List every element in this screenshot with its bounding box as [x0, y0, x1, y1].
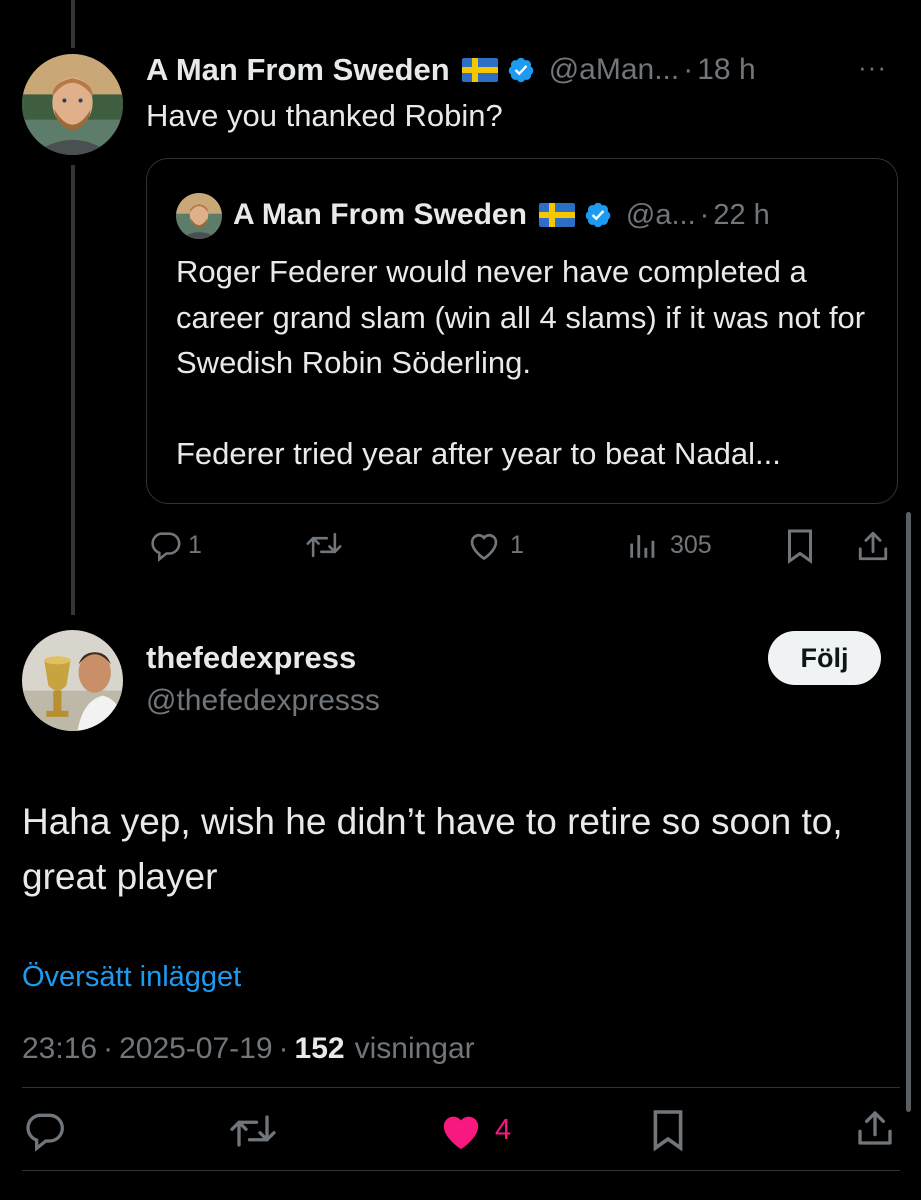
post-text: Haha yep, wish he didn’t have to retire …	[22, 801, 843, 897]
retweet-icon	[306, 532, 342, 558]
heart-filled-icon	[443, 1116, 479, 1150]
separator: ·	[699, 198, 710, 231]
quoted-display-name: A Man From Sweden	[233, 198, 527, 231]
quoted-avatar	[176, 193, 222, 239]
share-icon	[858, 1111, 892, 1145]
quoted-text: Roger Federer would never have completed…	[176, 254, 866, 471]
like-count: 4	[495, 1113, 512, 1146]
swedish-flag-icon	[461, 58, 498, 82]
scrollbar[interactable]	[906, 512, 911, 1112]
display-name[interactable]: thefedexpress	[146, 640, 356, 676]
separator: ·	[103, 1032, 114, 1065]
post-header: A Man From Sweden @aMan... · 18 h	[146, 50, 756, 90]
retweet-button[interactable]	[305, 528, 343, 562]
views-icon	[630, 535, 655, 558]
views-count: 305	[670, 530, 712, 559]
reply-button[interactable]: 1	[148, 528, 202, 562]
post-text: Have you thanked Robin?	[146, 98, 503, 133]
views-button[interactable]: 305	[626, 528, 712, 562]
translate-link[interactable]: Översätt inlägget	[22, 961, 241, 994]
separator: ·	[278, 1032, 289, 1065]
verified-badge-icon	[507, 56, 535, 84]
views-count: 152	[294, 1032, 345, 1065]
bookmark-button[interactable]	[785, 528, 815, 564]
post-meta: 23:16 · 2025-07-19 · 152 visningar	[22, 1032, 475, 1066]
views-label: visningar	[354, 1032, 475, 1065]
swedish-flag-icon	[538, 203, 575, 227]
post-date[interactable]: 2025-07-19	[119, 1032, 272, 1066]
quoted-handle: @a...	[625, 198, 696, 231]
retweet-button[interactable]	[228, 1110, 278, 1152]
thread-line-top	[71, 0, 75, 48]
verified-badge-icon	[584, 201, 612, 229]
avatar[interactable]	[22, 54, 123, 155]
reply-count: 1	[188, 530, 202, 559]
quoted-time: 22 h	[713, 198, 770, 231]
like-button[interactable]: 1	[466, 528, 524, 562]
retweet-icon	[230, 1115, 276, 1147]
more-options-button[interactable]: ···	[858, 52, 887, 83]
display-name[interactable]: A Man From Sweden	[146, 52, 450, 88]
reply-icon	[26, 1113, 64, 1152]
share-icon	[858, 531, 888, 561]
heart-icon	[470, 533, 498, 561]
post-time[interactable]: 18 h	[697, 53, 755, 87]
bookmark-button[interactable]	[650, 1107, 686, 1153]
quoted-header: A Man From Sweden @a... · 22 h	[233, 195, 770, 235]
share-button[interactable]	[855, 1106, 895, 1150]
reply-icon	[151, 532, 181, 562]
divider	[22, 1087, 900, 1088]
avatar[interactable]	[22, 630, 123, 731]
post-time[interactable]: 23:16	[22, 1032, 97, 1066]
bookmark-icon	[788, 529, 812, 564]
thread-line	[71, 165, 75, 615]
separator: ·	[683, 53, 694, 86]
share-button[interactable]	[856, 528, 890, 564]
divider	[22, 1170, 900, 1171]
bookmark-icon	[653, 1110, 683, 1152]
like-count: 1	[510, 530, 524, 559]
follow-button[interactable]: Följ	[768, 631, 881, 685]
user-handle[interactable]: @aMan...	[549, 53, 680, 87]
like-button[interactable]: 4	[437, 1109, 511, 1151]
quoted-post-card[interactable]: A Man From Sweden @a... · 22 h Roger Fed…	[146, 158, 898, 504]
reply-button[interactable]	[22, 1108, 66, 1152]
user-handle[interactable]: @thefedexpresss	[146, 684, 380, 718]
